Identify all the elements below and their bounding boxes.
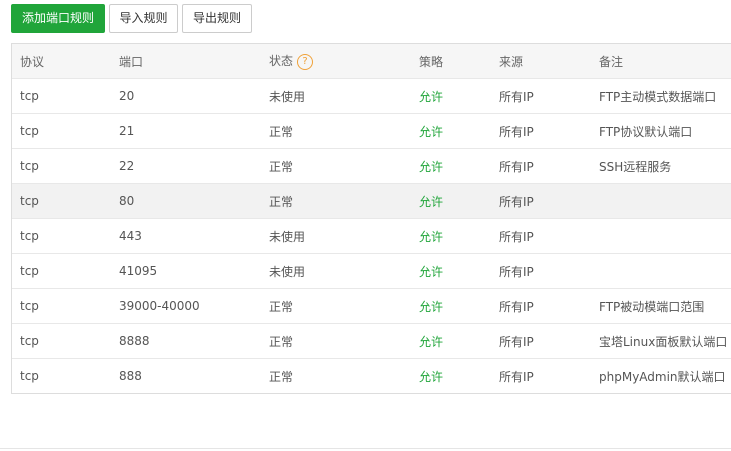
cell-note: FTP主动模式数据端口	[591, 78, 731, 114]
cell-policy: 允许	[411, 78, 491, 114]
table-header: 协议 端口 状态? 策略 来源 备注	[12, 44, 731, 79]
table-row: tcp 39000-40000 正常 允许 所有IP FTP被动模端口范围	[12, 288, 731, 324]
cell-source: 所有IP	[491, 218, 591, 254]
cell-note: FTP被动模端口范围	[591, 288, 731, 324]
cell-source: 所有IP	[499, 369, 534, 384]
cell-protocol: tcp	[12, 113, 111, 149]
cell-protocol: tcp	[12, 78, 111, 114]
cell-source: 所有IP	[491, 288, 591, 324]
cell-status: 未使用	[261, 78, 411, 114]
table-row: tcp 80 正常 允许 所有IP	[12, 183, 731, 219]
cell-port: 39000-40000	[111, 288, 261, 324]
cell-source: 所有IP	[491, 253, 591, 289]
table-body: tcp 20 未使用 允许 所有IP FTP主动模式数据端口 tcp 21 正常…	[12, 78, 731, 394]
cell-protocol: tcp	[12, 148, 111, 184]
cell-status: 正常	[261, 288, 411, 324]
table-row: tcp 888 正常 允许 所有IP phpMyAdmin默认端口	[12, 359, 731, 394]
cell-policy: 允许	[411, 113, 491, 149]
cell-protocol: tcp	[12, 323, 111, 359]
cell-note: SSH远程服务	[591, 148, 731, 184]
header-source: 来源	[491, 44, 591, 79]
cell-policy: 允许	[411, 183, 491, 219]
table-row: tcp 20 未使用 允许 所有IP FTP主动模式数据端口	[12, 78, 731, 114]
table-row: tcp 22 正常 允许 所有IP SSH远程服务	[12, 148, 731, 184]
cell-note	[591, 253, 731, 289]
cell-port: 888	[119, 369, 142, 383]
port-rules-table: 协议 端口 状态? 策略 来源 备注 tcp 20 未使用 允许 所有IP FT…	[11, 43, 731, 394]
cell-status: 未使用	[261, 218, 411, 254]
question-icon[interactable]: ?	[297, 53, 314, 70]
cell-port: 41095	[111, 253, 261, 289]
table-row: tcp 443 未使用 允许 所有IP	[12, 218, 731, 254]
cell-note	[591, 218, 731, 254]
cell-status: 正常	[269, 369, 294, 384]
cell-port: 20	[111, 78, 261, 114]
footer-divider	[0, 448, 731, 449]
cell-note: phpMyAdmin默认端口	[599, 369, 726, 384]
import-rules-button[interactable]: 导入规则	[109, 4, 178, 33]
cell-note: FTP协议默认端口	[591, 113, 731, 149]
cell-protocol: tcp	[12, 183, 111, 219]
cell-port: 22	[111, 148, 261, 184]
header-status-label: 状态	[269, 54, 294, 69]
cell-status: 未使用	[261, 253, 411, 289]
header-note: 备注	[591, 44, 731, 79]
cell-port: 21	[111, 113, 261, 149]
cell-port: 8888	[111, 323, 261, 359]
cell-source: 所有IP	[491, 148, 591, 184]
cell-policy: 允许	[411, 323, 491, 359]
cell-protocol: tcp	[20, 369, 39, 383]
table-row: tcp 8888 正常 允许 所有IP 宝塔Linux面板默认端口	[12, 323, 731, 359]
header-policy: 策略	[411, 44, 491, 79]
cell-note: 宝塔Linux面板默认端口	[591, 323, 731, 359]
cell-status: 正常	[261, 113, 411, 149]
header-port: 端口	[111, 44, 261, 79]
cell-port: 443	[111, 218, 261, 254]
cell-policy: 允许	[411, 253, 491, 289]
cell-policy: 允许	[411, 218, 491, 254]
cell-status: 正常	[261, 183, 411, 219]
cell-policy: 允许	[411, 288, 491, 324]
cell-protocol: tcp	[12, 288, 111, 324]
cell-status: 正常	[261, 148, 411, 184]
cell-protocol: tcp	[12, 218, 111, 254]
cell-protocol: tcp	[12, 253, 111, 289]
add-port-rule-button[interactable]: 添加端口规则	[11, 4, 105, 33]
cell-source: 所有IP	[491, 113, 591, 149]
cell-port: 80	[111, 183, 261, 219]
cell-source: 所有IP	[491, 323, 591, 359]
cell-source: 所有IP	[491, 183, 591, 219]
header-protocol: 协议	[12, 44, 111, 79]
cell-policy: 允许	[411, 148, 491, 184]
cell-source: 所有IP	[491, 78, 591, 114]
table-row: tcp 21 正常 允许 所有IP FTP协议默认端口	[12, 113, 731, 149]
cell-policy: 允许	[419, 369, 444, 384]
export-rules-button[interactable]: 导出规则	[182, 4, 252, 33]
toolbar: 添加端口规则 导入规则 导出规则	[11, 4, 252, 33]
cell-note	[591, 183, 731, 219]
cell-status: 正常	[261, 323, 411, 359]
header-status: 状态?	[261, 44, 411, 79]
table-row: tcp 41095 未使用 允许 所有IP	[12, 253, 731, 289]
